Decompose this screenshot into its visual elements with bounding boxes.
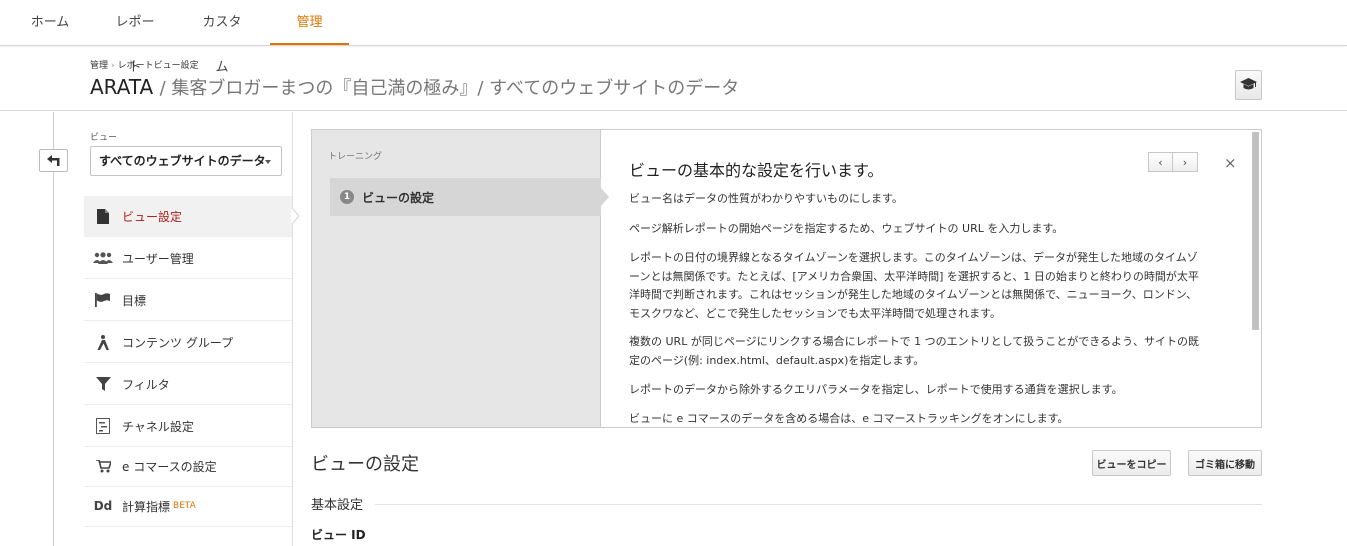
scrollbar-thumb[interactable] xyxy=(1252,132,1259,330)
chevron-right-icon[interactable]: › xyxy=(1173,152,1198,172)
top-navigation: ホーム レポート カスタム 管理 xyxy=(0,0,1347,75)
breadcrumb-separator-icon: › xyxy=(111,61,115,71)
training-paragraph: ビューに e コマースのデータを含める場合は、e コマーストラッキングをオンにし… xyxy=(629,412,1069,425)
channel-settings-icon xyxy=(92,417,114,435)
training-paragraph: レポートの日付の境界線となるタイムゾーンを選択します。このタイムゾーンは、データ… xyxy=(629,251,1199,320)
document-icon xyxy=(92,207,114,225)
training-content: ビューの基本的な設定を行います。 ビュー名はデータの性質がわかりやすいものにしま… xyxy=(629,130,1209,427)
close-icon[interactable]: × xyxy=(1224,154,1237,172)
copy-view-button[interactable]: ビューをコピー xyxy=(1092,450,1171,476)
breadcrumb-admin[interactable]: 管理 xyxy=(90,61,108,71)
sidebar-item-ecommerce-settings[interactable]: e コマースの設定 xyxy=(84,446,292,487)
back-button[interactable] xyxy=(39,149,68,172)
graduation-cap-icon xyxy=(1240,76,1257,95)
property-view-path: / 集客ブロガーまつの『自己満の極み』/ すべてのウェブサイトのデータ xyxy=(159,78,740,99)
chevron-down-icon xyxy=(265,160,271,164)
training-label: トレーニング xyxy=(328,152,383,162)
view-selector-value: すべてのウェブサイトのデータ xyxy=(99,154,266,168)
sidebar-item-goals[interactable]: 目標 xyxy=(84,280,292,321)
training-toggle-button[interactable] xyxy=(1235,70,1262,100)
sidebar-item-label: チャネル設定 xyxy=(122,419,194,434)
sidebar-item-label: フィルタ xyxy=(122,377,170,392)
sidebar-item-channel-settings[interactable]: チャネル設定 xyxy=(84,406,292,447)
sidebar-border xyxy=(292,112,293,546)
active-item-pointer xyxy=(291,208,298,224)
training-pager: ‹ › xyxy=(1148,152,1198,172)
tab-home[interactable]: ホーム xyxy=(30,0,70,45)
users-icon xyxy=(92,249,114,267)
account-name: ARATA xyxy=(90,75,154,99)
filter-icon xyxy=(92,375,114,393)
tab-admin[interactable]: 管理 xyxy=(270,0,349,45)
beta-badge: BETA xyxy=(173,501,196,511)
training-paragraph: 複数の URL が同じページにリンクする場合にレポートで 1 つのエントリとして… xyxy=(629,335,1200,367)
training-panel: トレーニング 1 ビューの設定 ビューの基本的な設定を行います。 ビュー名はデー… xyxy=(311,129,1262,428)
training-steps: トレーニング 1 ビューの設定 xyxy=(312,130,601,427)
sidebar-item-label: コンテンツ グループ xyxy=(122,335,234,350)
step-pointer xyxy=(601,188,609,206)
person-walk-icon xyxy=(92,333,114,351)
view-settings-title: ビューの設定 xyxy=(311,454,419,475)
flag-icon xyxy=(92,291,114,309)
sidebar-item-user-management[interactable]: ユーザー管理 xyxy=(84,238,292,279)
cart-icon xyxy=(92,457,114,475)
sidebar-item-label: e コマースの設定 xyxy=(122,459,217,474)
timeline-line xyxy=(53,112,54,546)
section-divider xyxy=(375,504,1262,505)
sidebar-item-calculated-metrics[interactable]: Dd 計算指標 BETA xyxy=(84,486,292,527)
sidebar-item-label: 目標 xyxy=(122,293,147,308)
sidebar-item-label: ユーザー管理 xyxy=(122,251,194,266)
sidebar-item-label: 計算指標 xyxy=(122,499,171,514)
move-to-trash-button[interactable]: ゴミ箱に移動 xyxy=(1188,450,1262,476)
chevron-left-icon[interactable]: ‹ xyxy=(1148,152,1173,172)
view-id-label: ビュー ID xyxy=(311,528,366,542)
view-selector[interactable]: すべてのウェブサイトのデータ xyxy=(90,146,282,176)
dd-icon: Dd xyxy=(93,499,113,513)
training-step-label: ビューの設定 xyxy=(362,190,435,205)
page-title: ARATA / 集客ブロガーまつの『自己満の極み』/ すべてのウェブサイトのデー… xyxy=(90,74,739,100)
back-arrow-icon xyxy=(47,151,60,170)
sidebar-item-filters[interactable]: フィルタ xyxy=(84,364,292,405)
basic-settings-heading: 基本設定 xyxy=(311,498,364,513)
training-step-view-settings[interactable]: 1 ビューの設定 xyxy=(330,178,601,216)
tab-reports[interactable]: レポート xyxy=(112,0,158,75)
sidebar-item-label: ビュー設定 xyxy=(122,209,183,224)
step-number-icon: 1 xyxy=(340,190,354,204)
header-divider xyxy=(0,110,1347,111)
tab-custom[interactable]: カスタム xyxy=(198,0,246,75)
training-paragraph: ページ解析レポートの開始ページを指定するため、ウェブサイトの URL を入力しま… xyxy=(629,222,1064,235)
view-label: ビュー xyxy=(90,133,118,143)
training-paragraph: レポートのデータから除外するクエリパラメータを指定し、レポートで使用する通貨を選… xyxy=(629,383,1123,396)
breadcrumb: 管理 › レポートビュー設定 xyxy=(90,58,199,71)
breadcrumb-view-settings[interactable]: レポートビュー設定 xyxy=(118,61,199,71)
training-title: ビューの基本的な設定を行います。 xyxy=(629,161,884,180)
sidebar-item-content-grouping[interactable]: コンテンツ グループ xyxy=(84,322,292,363)
sidebar-item-view-settings[interactable]: ビュー設定 xyxy=(84,196,292,237)
training-paragraph: ビュー名はデータの性質がわかりやすいものにします。 xyxy=(629,192,903,205)
